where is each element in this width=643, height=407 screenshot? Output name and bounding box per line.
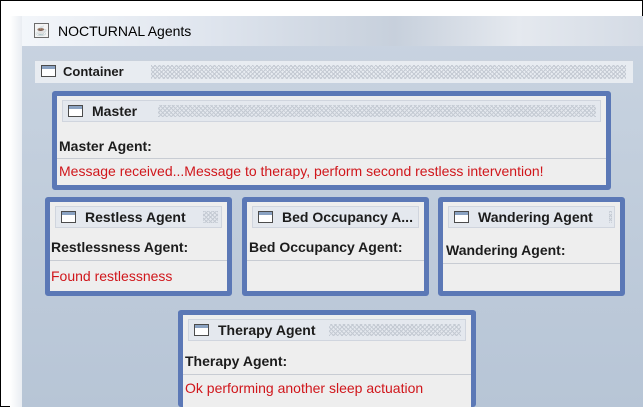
wandering-title: Wandering Agent [478, 209, 593, 225]
title-grip [609, 211, 612, 223]
container-frame-titlebar[interactable]: Container [35, 60, 633, 83]
divider [247, 260, 424, 261]
master-title: Master [92, 103, 138, 119]
restless-frame-icon [61, 211, 76, 223]
restless-titlebar[interactable]: Restless Agent [55, 206, 222, 228]
restless-title: Restless Agent [85, 209, 186, 225]
divider [443, 263, 620, 264]
master-frame-icon [68, 105, 83, 117]
title-grip [158, 105, 596, 117]
wandering-agent-label: Wandering Agent: [446, 242, 566, 258]
therapy-frame[interactable]: Therapy Agent Therapy Agent: Ok performi… [178, 310, 476, 407]
therapy-message: Ok performing another sleep actuation [185, 380, 424, 396]
bed-occupancy-agent-label: Bed Occupancy Agent: [249, 239, 403, 255]
title-grip [203, 211, 218, 223]
bed-occupancy-titlebar[interactable]: Bed Occupancy A... [252, 206, 419, 228]
therapy-titlebar[interactable]: Therapy Agent [188, 319, 466, 341]
wandering-titlebar[interactable]: Wandering Agent [448, 206, 615, 228]
title-grip [151, 65, 626, 79]
master-agent-label: Master Agent: [59, 138, 152, 154]
restless-message: Found restlessness [51, 268, 173, 284]
bed-occupancy-title: Bed Occupancy A... [282, 209, 413, 225]
divider [57, 158, 606, 159]
master-frame[interactable]: Master Master Agent: Message received...… [52, 91, 611, 190]
java-cup-icon: ☕ [34, 23, 49, 38]
restless-frame[interactable]: Restless Agent Restlessness Agent: Found… [45, 197, 232, 296]
window-title: NOCTURNAL Agents [58, 23, 192, 39]
container-frame-icon [41, 65, 56, 77]
therapy-agent-label: Therapy Agent: [185, 353, 288, 369]
therapy-title: Therapy Agent [218, 322, 316, 338]
divider [183, 374, 471, 375]
title-grip [329, 324, 461, 336]
wandering-frame[interactable]: Wandering Agent Wandering Agent: [438, 197, 625, 296]
therapy-frame-icon [194, 324, 209, 336]
container-title: Container [63, 64, 124, 79]
bed-occupancy-frame[interactable]: Bed Occupancy A... Bed Occupancy Agent: [242, 197, 429, 296]
restless-agent-label: Restlessness Agent: [51, 239, 189, 255]
wandering-frame-icon [454, 211, 469, 223]
master-message: Message received...Message to therapy, p… [59, 163, 544, 179]
divider [50, 260, 227, 261]
bed-frame-icon [258, 211, 273, 223]
window-shadow [10, 16, 22, 407]
window-titlebar[interactable]: ☕ NOCTURNAL Agents [22, 16, 643, 46]
master-titlebar[interactable]: Master [62, 100, 601, 122]
